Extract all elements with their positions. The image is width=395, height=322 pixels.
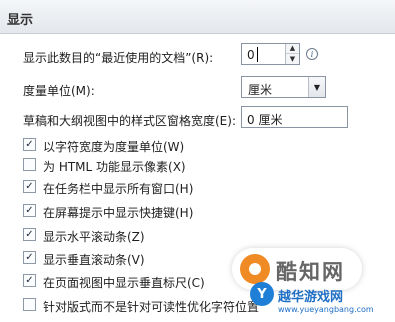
recent-docs-spinner[interactable]: 0 ▲ ▼ <box>241 43 300 65</box>
spin-up-button[interactable]: ▲ <box>286 44 299 54</box>
checkmark-icon: ✓ <box>25 274 34 286</box>
info-icon: i <box>306 48 318 60</box>
checkbox-label[interactable]: 显示垂直滚动条(V) <box>43 251 145 268</box>
text-caret <box>257 47 258 62</box>
style-width-input[interactable]: 0 厘米 <box>241 106 348 128</box>
section-header: 显示 <box>0 0 395 34</box>
checkmark-icon: ✓ <box>25 228 34 240</box>
triangle-down-icon: ▼ <box>313 82 321 92</box>
checkbox[interactable]: ✓ <box>23 274 36 287</box>
checkmark-icon: ✓ <box>25 204 34 216</box>
spin-buttons: ▲ ▼ <box>285 44 299 64</box>
style-width-label: 草稿和大纲视图中的样式区窗格宽度(E): <box>23 114 236 128</box>
checkmark-icon: ✓ <box>25 251 34 263</box>
logo-icon <box>240 254 270 284</box>
recent-docs-label: 显示此数目的“最近使用的文档”(R): <box>23 51 214 65</box>
spin-down-button[interactable]: ▼ <box>286 54 299 64</box>
checkbox-label[interactable]: 在页面视图中显示垂直标尺(C) <box>43 274 205 291</box>
checkbox[interactable]: ✓ <box>23 180 36 193</box>
checkbox-label[interactable]: 为 HTML 功能显示像素(X) <box>43 158 186 175</box>
checkbox[interactable]: ✓ <box>23 204 36 217</box>
checkbox[interactable]: ✓ <box>23 228 36 241</box>
checkbox-label[interactable]: 显示水平滚动条(Z) <box>43 228 145 245</box>
watermark-badge: 酷知网 <box>232 248 362 290</box>
units-dropdown[interactable]: 厘米 ▼ <box>241 76 326 98</box>
checkbox[interactable]: ✓ <box>23 138 36 151</box>
checkmark-icon: ✓ <box>25 138 34 150</box>
dropdown-button[interactable]: ▼ <box>308 77 325 97</box>
section-title: 显示 <box>7 13 34 28</box>
triangle-down-icon: ▼ <box>289 54 296 63</box>
recent-docs-value[interactable]: 0 <box>247 48 255 62</box>
checkbox[interactable] <box>23 158 36 171</box>
checkbox-label[interactable]: 在屏幕提示中显示快捷键(H) <box>43 204 193 221</box>
style-width-value[interactable]: 0 厘米 <box>247 111 282 128</box>
checkbox-label[interactable]: 在任务栏中显示所有窗口(H) <box>43 180 193 197</box>
watermark-brand: 酷知网 <box>276 260 345 284</box>
units-value: 厘米 <box>248 83 273 97</box>
watermark-site-url: www.yueyangbang.com <box>278 305 374 314</box>
checkbox[interactable] <box>23 298 36 311</box>
units-label: 度量单位(M): <box>23 84 95 98</box>
checkbox-label[interactable]: 针对版式而不是针对可读性优化字符位置 <box>43 298 259 315</box>
checkmark-icon: ✓ <box>25 180 34 192</box>
checkbox-label[interactable]: 以字符宽度为度量单位(W) <box>43 138 184 155</box>
checkbox[interactable]: ✓ <box>23 251 36 264</box>
triangle-up-icon: ▲ <box>289 44 296 52</box>
watermark-site-name: 越华游戏网 <box>278 290 344 305</box>
